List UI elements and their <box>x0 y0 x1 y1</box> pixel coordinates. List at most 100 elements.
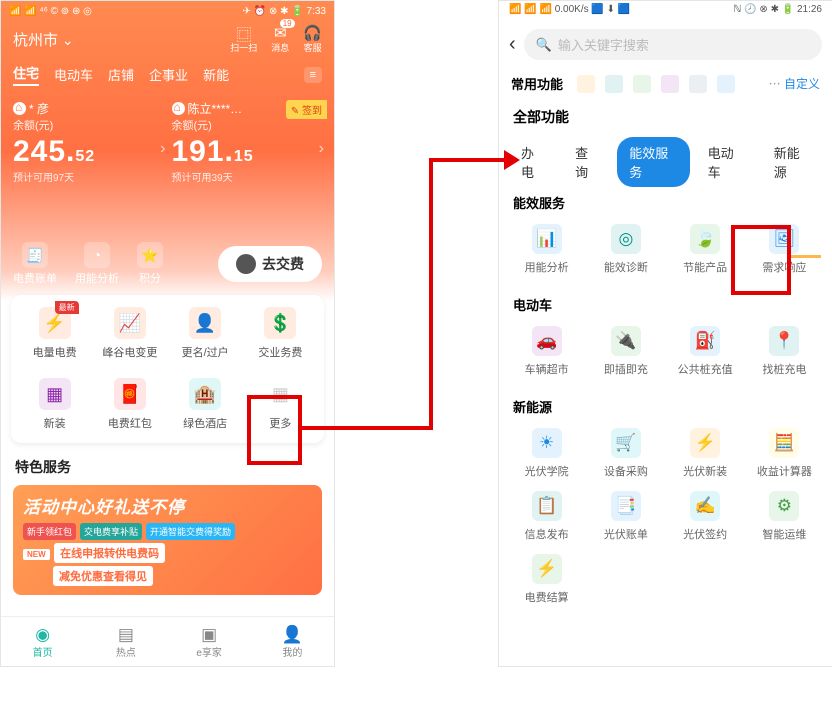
用能分析-icon: 📊 <box>532 224 562 254</box>
首页-icon: ◉ <box>35 625 50 644</box>
category-tab-能效服务[interactable]: 能效服务 <box>617 137 689 187</box>
freq-icon[interactable] <box>717 75 735 93</box>
function-label: 能效诊断 <box>604 259 648 275</box>
action-用能分析[interactable]: ◔用能分析 <box>75 242 119 286</box>
grid-item-绿色酒店[interactable]: 🏨绿色酒店 <box>168 378 243 431</box>
function-收益计算器[interactable]: 🧮收益计算器 <box>745 428 824 479</box>
grid-label: 峰谷电变更 <box>102 344 157 360</box>
function-公共桩充值[interactable]: ⛽公共桩充值 <box>666 326 745 377</box>
account-card-1[interactable]: ✎ 签到陈立****…余额(元)191.15预计可用39天› <box>172 100 323 184</box>
category-tab-查询[interactable]: 查询 <box>563 137 611 187</box>
banner-new-badge: NEW <box>23 549 50 560</box>
grid-label: 更名/过户 <box>182 344 229 360</box>
function-用能分析[interactable]: 📊 用能分析 <box>507 224 586 275</box>
freq-icon[interactable] <box>633 75 651 93</box>
function-信息发布[interactable]: 📋 信息发布 <box>507 491 586 542</box>
search-input[interactable]: 🔍 输入关键字搜索 <box>524 29 822 60</box>
function-label: 用能分析 <box>525 259 569 275</box>
status-right: ℕ 🕗 ⊗ ✱ 🔋 21:26 <box>733 4 822 20</box>
location-picker[interactable]: 杭州市 <box>13 29 74 50</box>
icon-label: 消息 <box>271 41 289 54</box>
function-label: 信息发布 <box>525 526 569 542</box>
function-光伏签约[interactable]: ✍光伏签约 <box>666 491 745 542</box>
action-电费账单[interactable]: 🧾 电费账单 <box>13 242 57 286</box>
function-label: 找桩充电 <box>762 361 806 377</box>
车辆超市-icon: 🚗 <box>532 326 562 356</box>
top-icon-客服[interactable]: 🎧客服 <box>303 24 322 54</box>
home-icon <box>172 102 185 115</box>
freq-icon[interactable] <box>605 75 623 93</box>
tab-住宅[interactable]: 住宅 <box>13 63 39 86</box>
nav-热点[interactable]: ▤热点 <box>84 617 167 666</box>
badge: 19 <box>280 19 295 28</box>
customize-button[interactable]: 自定义 <box>769 75 820 92</box>
grid-item-电量电费[interactable]: ⚡最新电量电费 <box>17 307 92 360</box>
grid-item-电费红包[interactable]: 🧧 电费红包 <box>92 378 167 431</box>
callout-line <box>791 255 821 258</box>
nav-首页[interactable]: ◉首页 <box>1 617 84 666</box>
tabs-menu-button[interactable]: ≡ <box>304 67 322 83</box>
pay-button[interactable]: 去交费 <box>218 246 322 282</box>
收益计算器-icon: 🧮 <box>769 428 799 458</box>
grid-item-峰谷电变更[interactable]: 📈峰谷电变更 <box>92 307 167 360</box>
设备采购-icon: 🛒 <box>611 428 641 458</box>
action-label: 电费账单 <box>13 270 57 286</box>
tab-新能[interactable]: 新能 <box>203 65 229 84</box>
function-label: 光伏学院 <box>525 463 569 479</box>
balance-value: 191.15 <box>172 135 323 169</box>
光伏账单-icon: 📑 <box>611 491 641 521</box>
function-光伏新装[interactable]: ⚡光伏新装 <box>666 428 745 479</box>
tab-电动车[interactable]: 电动车 <box>54 65 93 84</box>
freq-icon[interactable] <box>661 75 679 93</box>
更名/过户-icon: 👤 <box>189 307 221 339</box>
function-label: 公共桩充值 <box>678 361 733 377</box>
function-智能运维[interactable]: ⚙智能运维 <box>745 491 824 542</box>
action-积分[interactable]: ⭐积分 <box>137 242 163 286</box>
信息发布-icon: 📋 <box>532 491 562 521</box>
function-设备采购[interactable]: 🛒设备采购 <box>586 428 665 479</box>
balance-label: 余额(元) <box>13 117 164 133</box>
promo-banner[interactable]: 活动中心好礼送不停 新手领红包交电费享补贴开通智能交费得奖励 NEW 在线申报转… <box>13 485 322 595</box>
function-label: 节能产品 <box>683 259 727 275</box>
nav-e享家[interactable]: ▣e享家 <box>168 617 251 666</box>
电费账单-icon: 🧾 <box>22 242 48 268</box>
tab-店铺[interactable]: 店铺 <box>108 65 134 84</box>
status-left: 📶 📶 ⁴⁶ © ⊚ ⊛ ◎ <box>9 6 92 17</box>
account-card-0[interactable]: * 彦余额(元)245.52预计可用97天› <box>13 100 164 184</box>
highlight-box-demand-response <box>731 225 791 295</box>
function-车辆超市[interactable]: 🚗车辆超市 <box>507 326 586 377</box>
estimate-days: 预计可用97天 <box>13 169 164 184</box>
找桩充电-icon: 📍 <box>769 326 799 356</box>
top-icon-扫一扫[interactable]: ⿴扫一扫 <box>230 24 257 54</box>
grid-item-更名/过户[interactable]: 👤 更名/过户 <box>168 307 243 360</box>
新装-icon: ▦ <box>39 378 71 410</box>
电费红包-icon: 🧧 <box>114 378 146 410</box>
grid-label: 交业务费 <box>258 344 302 360</box>
function-找桩充电[interactable]: 📍 找桩充电 <box>745 326 824 377</box>
光伏新装-icon: ⚡ <box>690 428 720 458</box>
客服-icon: 🎧 <box>303 24 322 41</box>
grid-item-新装[interactable]: ▦新装 <box>17 378 92 431</box>
function-能效诊断[interactable]: ◎能效诊断 <box>586 224 665 275</box>
category-tab-新能源[interactable]: 新能源 <box>762 137 822 187</box>
freq-icon[interactable] <box>689 75 707 93</box>
grid-item-交业务费[interactable]: 💲交业务费 <box>243 307 318 360</box>
back-button[interactable]: ‹ <box>509 33 516 56</box>
banner-tag: 开通智能交费得奖励 <box>146 523 235 540</box>
function-光伏学院[interactable]: ☀光伏学院 <box>507 428 586 479</box>
top-icon-消息[interactable]: ✉19消息 <box>271 24 289 54</box>
freq-icon[interactable] <box>577 75 595 93</box>
grid-label: 电费红包 <box>108 415 152 431</box>
section-header-新能源: 新能源 <box>499 395 832 418</box>
freq-label: 常用功能 <box>511 74 563 93</box>
account-name: * 彦 <box>13 100 164 117</box>
chevron-right-icon: › <box>160 140 165 158</box>
function-即插即充[interactable]: 🔌即插即充 <box>586 326 665 377</box>
节能产品-icon: 🍃 <box>690 224 720 254</box>
function-label: 光伏签约 <box>683 526 727 542</box>
function-电费结算[interactable]: ⚡电费结算 <box>507 554 586 605</box>
category-tab-电动车[interactable]: 电动车 <box>696 137 756 187</box>
tab-企事业[interactable]: 企事业 <box>149 65 188 84</box>
function-光伏账单[interactable]: 📑光伏账单 <box>586 491 665 542</box>
nav-我的[interactable]: 👤我的 <box>251 617 334 666</box>
